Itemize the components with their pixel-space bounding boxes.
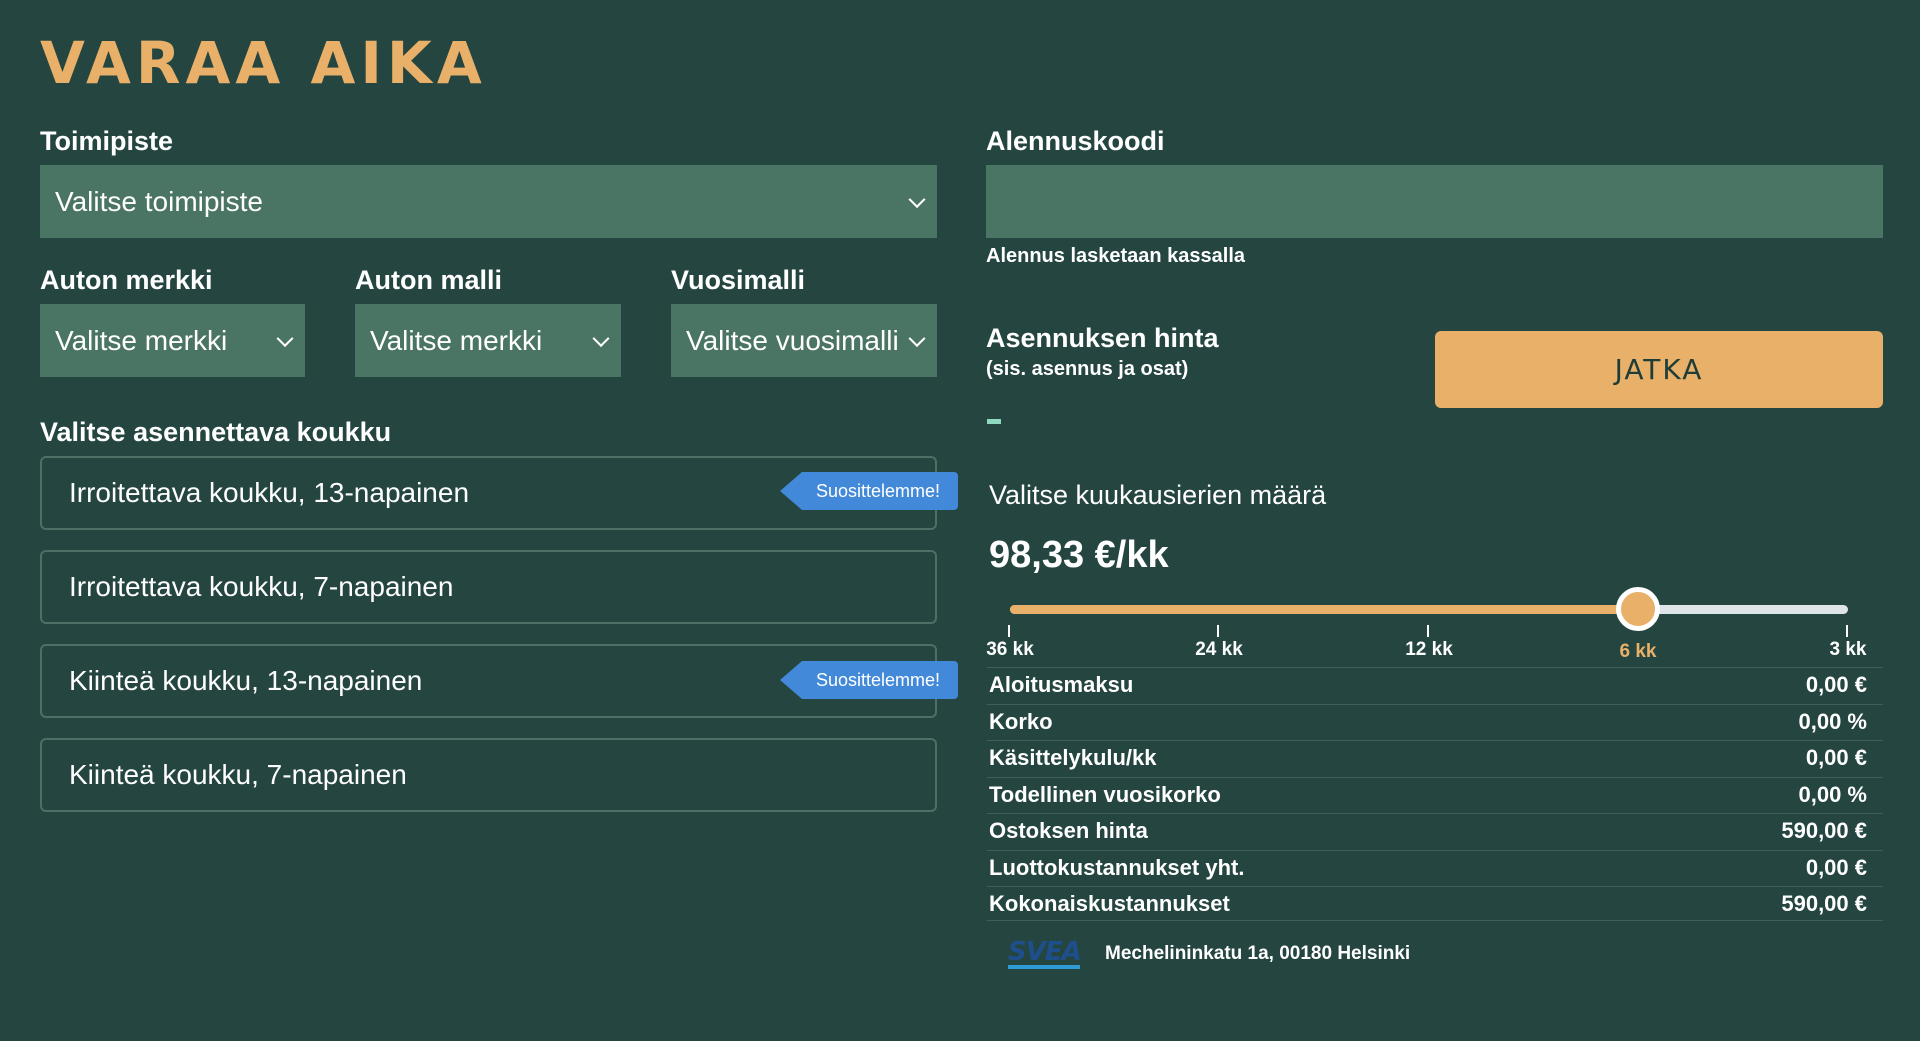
discount-note: Alennus lasketaan kassalla	[986, 245, 1246, 267]
row-label: Kokonaiskustannukset	[989, 890, 1230, 916]
hitch-option-label: Kiinteä koukku, 13-napainen	[69, 665, 423, 696]
merkki-select[interactable]: Valitse merkki	[40, 304, 305, 377]
table-row: Luottokustannukset yht. 0,00 €	[987, 849, 1883, 885]
tick-label-3[interactable]: 3 kk	[1830, 640, 1867, 659]
cost-summary-table: Aloitusmaksu 0,00 € Korko 0,00 % Käsittely…	[987, 667, 1883, 923]
row-label: Käsittelykulu/kk	[989, 745, 1157, 770]
page-title: VARAA AIKA	[40, 29, 487, 97]
footer-address: Mechelininkatu 1a, 00180 Helsinki	[1105, 943, 1411, 964]
installation-price-sub: (sis. asennus ja osat)	[986, 358, 1189, 380]
continue-button[interactable]: JATKA	[1435, 331, 1883, 408]
row-value: 0,00 €	[1805, 854, 1867, 880]
slider-tick	[1217, 625, 1219, 637]
svea-logo-underline	[1008, 965, 1080, 969]
hitch-option-label: Irroitettava koukku, 7-napainen	[69, 571, 454, 602]
toimipiste-select[interactable]: Valitse toimipiste	[40, 165, 937, 238]
row-value: 0,00 €	[1805, 672, 1867, 697]
installments-label: Valitse kuukausierien määrä	[989, 480, 1327, 510]
row-value: 590,00 €	[1781, 818, 1867, 843]
table-row: Kokonaiskustannukset 590,00 €	[987, 886, 1883, 921]
hitch-option-label: Kiinteä koukku, 7-napainen	[69, 759, 407, 790]
monthly-price: 98,33 €/kk	[989, 534, 1169, 576]
row-value: 0,00 €	[1805, 745, 1867, 770]
installment-slider-fill	[1010, 605, 1638, 614]
merkki-label: Auton merkki	[40, 265, 213, 295]
table-row: Korko 0,00 %	[987, 703, 1883, 739]
row-label: Todellinen vuosikorko	[989, 781, 1221, 807]
chevron-down-icon	[276, 329, 294, 347]
recommended-badge: Suosittelemme!	[780, 472, 958, 510]
row-label: Ostoksen hinta	[989, 818, 1148, 843]
table-row: Ostoksen hinta 590,00 €	[987, 813, 1883, 848]
chevron-down-icon	[908, 190, 926, 208]
tick-label-12[interactable]: 12 kk	[1405, 640, 1453, 659]
installment-slider-handle[interactable]	[1616, 587, 1660, 631]
row-value: 590,00 €	[1781, 890, 1867, 916]
row-label: Aloitusmaksu	[989, 672, 1134, 697]
hitch-option-4[interactable]: Kiinteä koukku, 7-napainen	[40, 738, 937, 812]
installation-price-label: Asennuksen hinta	[986, 323, 1219, 353]
tick-label-36[interactable]: 36 kk	[986, 640, 1034, 659]
svea-logo: SVEA	[1008, 937, 1082, 967]
vuosimalli-select-value: Valitse vuosimalli	[686, 324, 899, 356]
recommended-badge: Suosittelemme!	[780, 661, 958, 699]
merkki-select-value: Valitse merkki	[55, 324, 228, 356]
toimipiste-label: Toimipiste	[40, 126, 174, 156]
table-row: Todellinen vuosikorko 0,00 %	[987, 776, 1883, 812]
vuosimalli-select[interactable]: Valitse vuosimalli	[671, 304, 937, 377]
slider-tick	[1008, 625, 1010, 637]
vuosimalli-label: Vuosimalli	[671, 265, 806, 295]
alennus-label: Alennuskoodi	[986, 126, 1165, 156]
discount-code-input[interactable]	[986, 165, 1883, 238]
toimipiste-select-value: Valitse toimipiste	[55, 185, 264, 217]
tick-label-24[interactable]: 24 kk	[1195, 640, 1243, 659]
row-value: 0,00 %	[1798, 708, 1868, 734]
row-value: 0,00 %	[1798, 781, 1868, 807]
tick-label-6-selected[interactable]: 6 kk	[1620, 642, 1657, 661]
malli-label: Auton malli	[355, 265, 502, 295]
hitch-option-2[interactable]: Irroitettava koukku, 7-napainen	[40, 550, 937, 624]
koukku-label: Valitse asennettava koukku	[40, 417, 392, 447]
slider-tick	[1846, 625, 1848, 637]
installation-price-value-placeholder	[987, 419, 1001, 424]
malli-select[interactable]: Valitse merkki	[355, 304, 621, 377]
row-label: Luottokustannukset yht.	[989, 854, 1245, 880]
table-row: Aloitusmaksu 0,00 €	[987, 667, 1883, 702]
chevron-down-icon	[592, 329, 610, 347]
table-row: Käsittelykulu/kk 0,00 €	[987, 740, 1883, 775]
slider-tick	[1427, 625, 1429, 637]
malli-select-value: Valitse merkki	[370, 324, 543, 356]
chevron-down-icon	[908, 329, 926, 347]
row-label: Korko	[989, 708, 1053, 734]
hitch-option-label: Irroitettava koukku, 13-napainen	[69, 477, 470, 508]
